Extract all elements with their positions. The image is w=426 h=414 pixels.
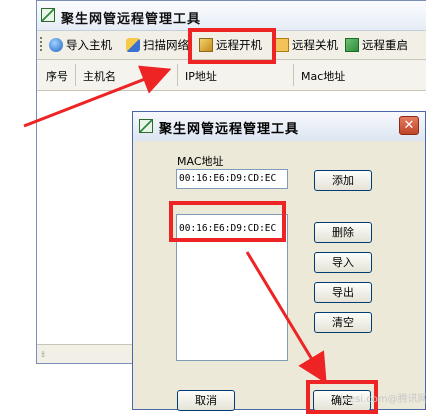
clear-button[interactable]: 清空 xyxy=(314,312,372,333)
window-title: 聚生网管远程管理工具 xyxy=(61,12,202,27)
dialog-app-icon xyxy=(139,119,153,133)
import-hosts-button[interactable]: 导入主机 xyxy=(49,35,112,55)
remote-restart-label: 远程重启 xyxy=(362,38,408,52)
import-button[interactable]: 导入 xyxy=(314,252,372,273)
watermark: ieesi.com@腾讯网 xyxy=(340,394,426,405)
column-header-index[interactable]: 序号 xyxy=(46,68,68,84)
scan-icon xyxy=(126,38,140,52)
column-header-ip[interactable]: IP地址 xyxy=(185,68,217,84)
column-header-hostname[interactable]: 主机名 xyxy=(83,68,116,84)
wake-on-lan-dialog: 聚生网管远程管理工具 ✕ MAC地址 00:16:E6:D9:CD:EC 添加 … xyxy=(132,111,426,411)
export-button[interactable]: 导出 xyxy=(314,282,372,303)
column-header-mac[interactable]: Mac地址 xyxy=(301,68,345,84)
remote-shutdown-label: 远程关机 xyxy=(292,38,338,52)
status-grip: ⁞⁞ xyxy=(41,350,45,359)
highlight-remote-power-on xyxy=(188,28,276,64)
dialog-titlebar[interactable]: 聚生网管远程管理工具 ✕ xyxy=(133,112,425,141)
globe-icon xyxy=(49,38,63,52)
scan-network-label: 扫描网络 xyxy=(143,38,189,52)
mac-address-input[interactable]: 00:16:E6:D9:CD:EC xyxy=(176,169,288,189)
host-table-header: 序号 主机名 IP地址 Mac地址 xyxy=(37,60,426,91)
highlight-mac-list xyxy=(169,201,286,242)
app-icon xyxy=(41,8,55,22)
column-separator[interactable] xyxy=(75,64,76,86)
remote-shutdown-button[interactable]: 远程关机 xyxy=(275,35,338,55)
delete-button[interactable]: 删除 xyxy=(314,222,372,243)
column-separator[interactable] xyxy=(293,64,294,86)
mac-address-label: MAC地址 xyxy=(177,155,224,168)
restart-icon xyxy=(345,38,359,52)
cancel-button[interactable]: 取消 xyxy=(177,390,235,411)
dialog-title: 聚生网管远程管理工具 xyxy=(159,122,300,137)
import-hosts-label: 导入主机 xyxy=(66,38,112,52)
close-icon[interactable]: ✕ xyxy=(399,116,419,135)
scan-network-button[interactable]: 扫描网络 xyxy=(126,35,189,55)
add-button[interactable]: 添加 xyxy=(314,170,372,191)
column-separator[interactable] xyxy=(177,64,178,86)
remote-restart-button[interactable]: 远程重启 xyxy=(345,35,408,55)
main-titlebar: 聚生网管远程管理工具 xyxy=(37,1,426,31)
power-off-icon xyxy=(275,38,289,52)
toolbar-grip[interactable] xyxy=(40,37,42,53)
